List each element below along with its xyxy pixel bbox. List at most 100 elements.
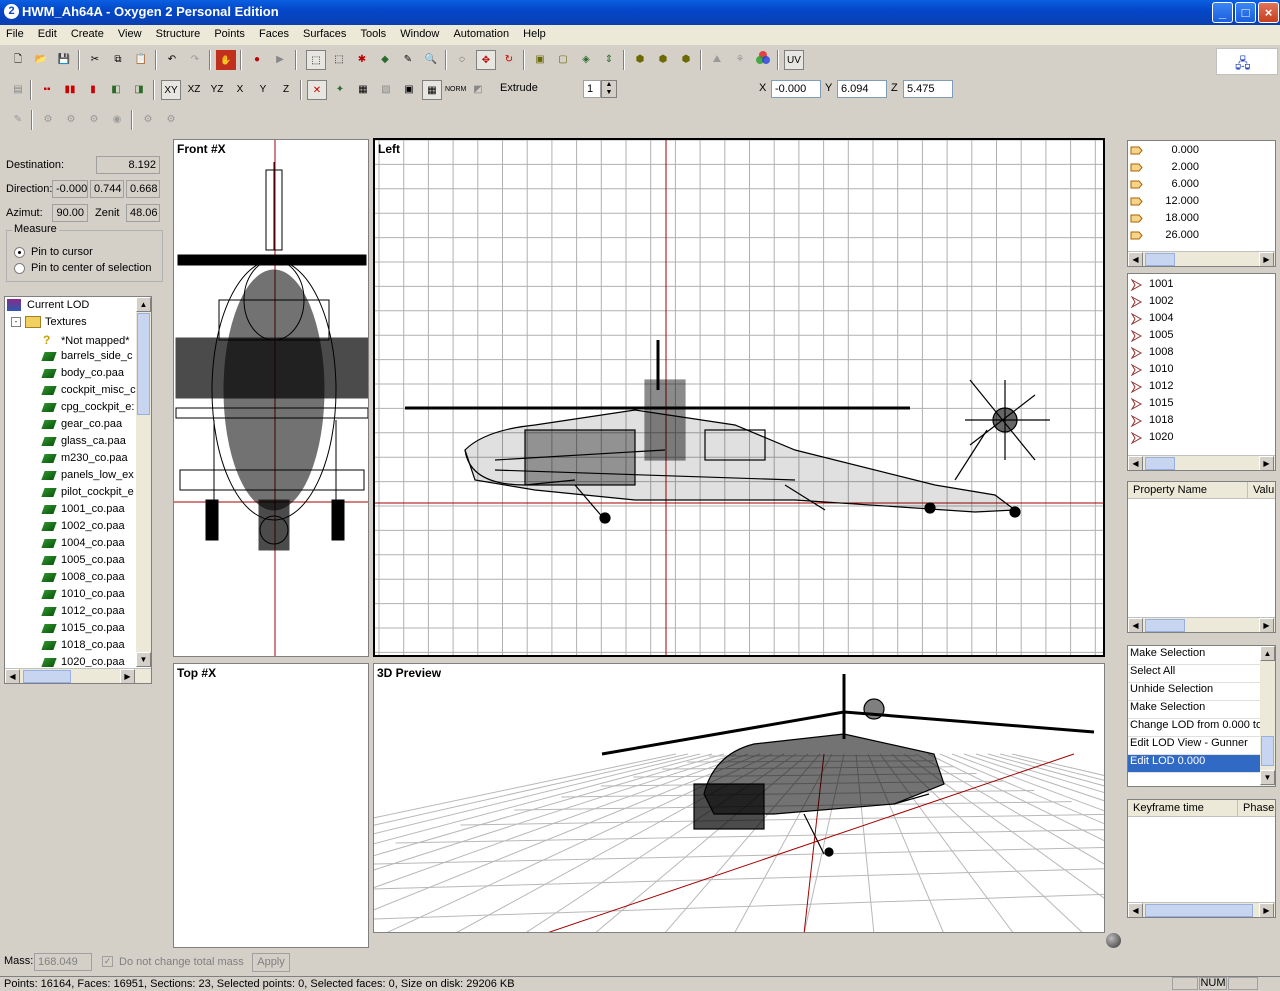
object-mode-icon[interactable]: ◧ [106, 80, 126, 100]
tree-item[interactable]: 1010_co.paa [43, 588, 125, 605]
history-item[interactable]: Edit LOD 0.000 [1128, 755, 1260, 773]
tree-icon[interactable]: ⚘ [730, 50, 750, 70]
pin-center-radio[interactable] [14, 263, 25, 274]
selection-item[interactable]: 1012 [1130, 380, 1273, 397]
menu-surfaces[interactable]: Surfaces [297, 25, 351, 40]
tool-d-icon[interactable]: ◉ [107, 110, 127, 130]
tree-item[interactable]: 1018_co.paa [43, 639, 125, 656]
lod-item[interactable]: 12.000 [1130, 195, 1273, 212]
tree-item[interactable]: 1015_co.paa [43, 622, 125, 639]
lod-item[interactable]: 18.000 [1130, 212, 1273, 229]
no-snap-icon[interactable]: ✕ [307, 80, 327, 100]
wire-icon[interactable]: ▦ [353, 80, 373, 100]
tree-vscroll[interactable]: ▲ ▼ [136, 297, 151, 667]
tree-item[interactable]: ?*Not mapped* [43, 333, 130, 350]
selection-item[interactable]: 1004 [1130, 312, 1273, 329]
texture-icon[interactable]: ◩ [468, 80, 488, 100]
brush-icon[interactable]: ✎ [398, 50, 418, 70]
record-icon[interactable]: ● [247, 50, 267, 70]
selection-item[interactable]: 1002 [1130, 295, 1273, 312]
box-view-icon[interactable]: ▣ [399, 80, 419, 100]
paste-icon[interactable]: 📋 [131, 50, 151, 70]
cube-split-icon[interactable]: ⬢ [676, 50, 696, 70]
tree-item[interactable]: 1012_co.paa [43, 605, 125, 622]
tool-a-icon[interactable]: ⚙ [38, 110, 58, 130]
cube-add-icon[interactable]: ⬢ [630, 50, 650, 70]
tree-item[interactable]: 1002_co.paa [43, 520, 125, 537]
paint-select-icon[interactable]: ◆ [375, 50, 395, 70]
touch-select-icon[interactable]: ⬚ [329, 50, 349, 70]
tree-item[interactable]: 1008_co.paa [43, 571, 125, 588]
menu-structure[interactable]: Structure [150, 25, 206, 40]
selection-item[interactable]: 1015 [1130, 397, 1273, 414]
keyframe-hscroll[interactable]: ◀ ▶ [1128, 902, 1275, 917]
normals-icon[interactable]: NORM [445, 80, 465, 100]
zoom-icon[interactable]: 🔍 [421, 50, 441, 70]
tree-hscroll[interactable]: ◀ ▶ [5, 668, 151, 683]
copy-icon[interactable]: ⧉ [108, 50, 128, 70]
history-item[interactable]: Make Selection [1128, 647, 1260, 665]
property-name-header[interactable]: Property Name [1128, 482, 1248, 499]
z-coord-field[interactable]: 5.475 [903, 80, 953, 98]
menu-file[interactable]: File [0, 25, 29, 40]
lasso-icon[interactable]: ✱ [352, 50, 372, 70]
menu-faces[interactable]: Faces [253, 25, 294, 40]
rotate-icon[interactable]: ↻ [499, 50, 519, 70]
square-icon[interactable]: ▢ [553, 50, 573, 70]
select-icon[interactable]: ⬚ [306, 50, 326, 70]
plane-xy-button[interactable]: XY [161, 80, 181, 100]
menu-view[interactable]: View [112, 25, 147, 40]
menu-help[interactable]: Help [517, 25, 551, 40]
tool-f-icon[interactable]: ⚙ [161, 110, 181, 130]
history-item[interactable]: Change LOD from 0.000 to [1128, 719, 1260, 737]
solid-icon[interactable]: ▧ [376, 80, 396, 100]
axis-z-button[interactable]: Z [276, 80, 296, 100]
tree-item[interactable]: body_co.paa [43, 367, 124, 384]
history-vscroll[interactable]: ▲ ▼ [1260, 646, 1275, 786]
tree-item[interactable]: pilot_cockpit_e [43, 486, 134, 503]
y-coord-field[interactable]: 6.094 [837, 80, 887, 98]
color-wheel-icon[interactable] [753, 50, 773, 70]
undo-icon[interactable]: ↶ [162, 50, 182, 70]
play-icon[interactable]: ▶ [270, 50, 290, 70]
face-mode-icon[interactable]: ▮ [83, 80, 103, 100]
uv-button[interactable]: UV [784, 50, 804, 70]
vertex-mode-icon[interactable]: ▪▪ [37, 80, 57, 100]
lod-item[interactable]: 2.000 [1130, 161, 1273, 178]
snap-icon[interactable]: ✦ [330, 80, 350, 100]
flip-icon[interactable]: ⇕ [599, 50, 619, 70]
apply-button[interactable]: Apply [252, 953, 290, 972]
tool-c-icon[interactable]: ⚙ [84, 110, 104, 130]
left-viewport[interactable]: Left [373, 138, 1105, 657]
pin-cursor-radio[interactable] [14, 247, 25, 258]
selection-item[interactable]: 1001 [1130, 278, 1273, 295]
mirror-icon[interactable]: ◈ [576, 50, 596, 70]
axis-x-button[interactable]: X [230, 80, 250, 100]
front-viewport[interactable]: Front #X [173, 139, 369, 657]
tree-item[interactable]: 1001_co.paa [43, 503, 125, 520]
extrude-count-field[interactable]: 1 [583, 80, 601, 98]
grid-toggle-icon[interactable]: ▤ [8, 80, 28, 100]
tree-item[interactable]: 1020_co.paa [43, 656, 125, 667]
history-item[interactable]: Edit LOD View - Gunner [1128, 737, 1260, 755]
new-file-icon[interactable]: 🗋 [8, 50, 28, 70]
grid-icon[interactable]: ▦ [422, 80, 442, 100]
menu-tools[interactable]: Tools [355, 25, 392, 40]
terrain-icon[interactable]: ⛰ [707, 50, 727, 70]
tree-item[interactable]: 1004_co.paa [43, 537, 125, 554]
axis-y-button[interactable]: Y [253, 80, 273, 100]
menu-points[interactable]: Points [208, 25, 250, 40]
tree-item[interactable]: m230_co.paa [43, 452, 128, 469]
keep-mass-checkbox[interactable]: ✓ [102, 956, 113, 967]
lod-item[interactable]: 6.000 [1130, 178, 1273, 195]
menu-create[interactable]: Create [65, 25, 109, 40]
save-icon[interactable]: 💾 [54, 50, 74, 70]
preview-viewport[interactable]: 3D Preview [373, 663, 1105, 933]
script-icon[interactable]: ✎ [8, 110, 28, 130]
history-item[interactable]: Make Selection [1128, 701, 1260, 719]
redo-icon[interactable]: ↷ [185, 50, 205, 70]
plane-xz-button[interactable]: XZ [184, 80, 204, 100]
ellipse-select-icon[interactable]: ◌ [452, 50, 472, 70]
tree-item[interactable]: 1005_co.paa [43, 554, 125, 571]
selection-item[interactable]: 1020 [1130, 431, 1273, 448]
